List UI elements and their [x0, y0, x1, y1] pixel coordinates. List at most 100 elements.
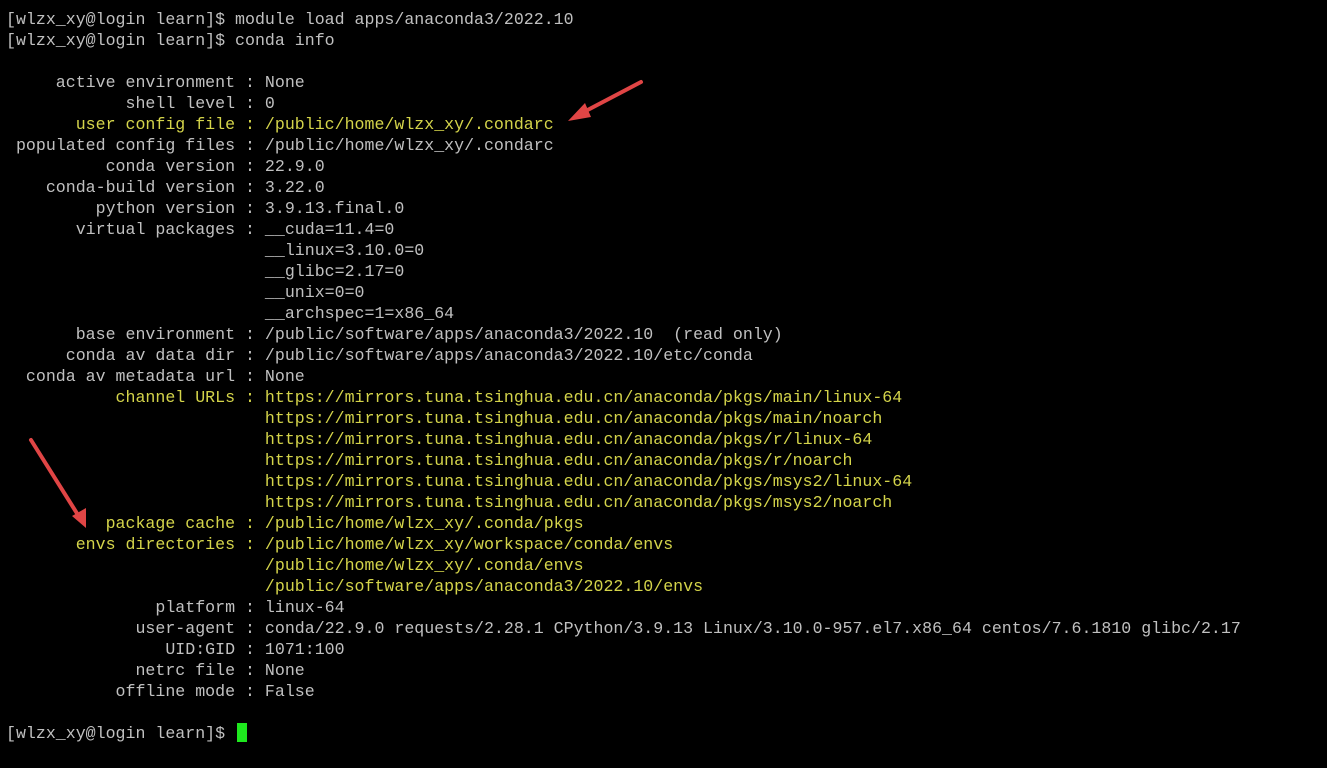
info-row: channel URLs : https://mirrors.tuna.tsin… — [6, 387, 1321, 408]
info-key: envs directories : — [6, 535, 265, 554]
info-value: 3.9.13.final.0 — [264, 199, 405, 218]
info-row: active environment : None — [6, 72, 1321, 93]
info-key — [6, 241, 265, 260]
info-key — [6, 283, 265, 302]
info-key: conda version : — [6, 157, 265, 176]
info-key: offline mode : — [6, 682, 265, 701]
info-value: https://mirrors.tuna.tsinghua.edu.cn/ana… — [264, 409, 883, 428]
info-row: platform : linux-64 — [6, 597, 1321, 618]
info-value: __archspec=1=x86_64 — [264, 304, 455, 323]
info-row: conda av data dir : /public/software/app… — [6, 345, 1321, 366]
info-value: https://mirrors.tuna.tsinghua.edu.cn/ana… — [264, 472, 913, 491]
command-text: module load apps/anaconda3/2022.10 — [235, 10, 574, 29]
info-key: channel URLs : — [6, 388, 265, 407]
info-key: python version : — [6, 199, 265, 218]
info-row: netrc file : None — [6, 660, 1321, 681]
info-key — [6, 262, 265, 281]
info-row: https://mirrors.tuna.tsinghua.edu.cn/ana… — [6, 429, 1321, 450]
info-value: /public/software/apps/anaconda3/2022.10 … — [264, 325, 783, 344]
info-key — [6, 493, 265, 512]
info-value: __cuda=11.4=0 — [264, 220, 395, 239]
info-value: /public/home/wlzx_xy/.conda/envs — [264, 556, 584, 575]
command-line-1: [wlzx_xy@login learn]$ module load apps/… — [6, 9, 1321, 30]
info-row: conda version : 22.9.0 — [6, 156, 1321, 177]
info-key — [6, 430, 265, 449]
info-value: /public/home/wlzx_xy/.condarc — [264, 136, 554, 155]
info-value: None — [264, 73, 305, 92]
info-row: https://mirrors.tuna.tsinghua.edu.cn/ana… — [6, 492, 1321, 513]
info-value: linux-64 — [264, 598, 345, 617]
info-row: envs directories : /public/home/wlzx_xy/… — [6, 534, 1321, 555]
info-row: user config file : /public/home/wlzx_xy/… — [6, 114, 1321, 135]
info-row: base environment : /public/software/apps… — [6, 324, 1321, 345]
info-value: __glibc=2.17=0 — [264, 262, 405, 281]
info-key: conda av metadata url : — [6, 367, 265, 386]
command-text: conda info — [235, 31, 335, 50]
info-row: user-agent : conda/22.9.0 requests/2.28.… — [6, 618, 1321, 639]
info-value: __unix=0=0 — [264, 283, 365, 302]
info-key: active environment : — [6, 73, 265, 92]
info-value: 0 — [264, 94, 275, 113]
info-value: 22.9.0 — [264, 157, 325, 176]
info-value: https://mirrors.tuna.tsinghua.edu.cn/ana… — [264, 493, 893, 512]
info-key: UID:GID : — [6, 640, 265, 659]
info-value: /public/software/apps/anaconda3/2022.10/… — [264, 346, 753, 365]
info-key — [6, 409, 265, 428]
info-key: virtual packages : — [6, 220, 265, 239]
info-value: 3.22.0 — [264, 178, 325, 197]
info-key — [6, 451, 265, 470]
info-row: https://mirrors.tuna.tsinghua.edu.cn/ana… — [6, 408, 1321, 429]
info-row: conda av metadata url : None — [6, 366, 1321, 387]
info-row: shell level : 0 — [6, 93, 1321, 114]
info-value: 1071:100 — [264, 640, 345, 659]
info-key: platform : — [6, 598, 265, 617]
info-row: https://mirrors.tuna.tsinghua.edu.cn/ana… — [6, 450, 1321, 471]
active-prompt-line[interactable]: [wlzx_xy@login learn]$ — [6, 723, 1321, 744]
info-key: shell level : — [6, 94, 265, 113]
shell-prompt: [wlzx_xy@login learn]$ — [6, 31, 236, 50]
info-value: conda/22.9.0 requests/2.28.1 CPython/3.9… — [264, 619, 1241, 638]
info-row: populated config files : /public/home/wl… — [6, 135, 1321, 156]
info-row: __linux=3.10.0=0 — [6, 240, 1321, 261]
info-value: /public/software/apps/anaconda3/2022.10/… — [264, 577, 704, 596]
info-key — [6, 304, 265, 323]
info-row: /public/software/apps/anaconda3/2022.10/… — [6, 576, 1321, 597]
info-row: python version : 3.9.13.final.0 — [6, 198, 1321, 219]
terminal-window[interactable]: [wlzx_xy@login learn]$ module load apps/… — [6, 9, 1321, 744]
info-row: conda-build version : 3.22.0 — [6, 177, 1321, 198]
info-key — [6, 472, 265, 491]
info-key: populated config files : — [6, 136, 265, 155]
info-row: /public/home/wlzx_xy/.conda/envs — [6, 555, 1321, 576]
info-row: UID:GID : 1071:100 — [6, 639, 1321, 660]
info-row: https://mirrors.tuna.tsinghua.edu.cn/ana… — [6, 471, 1321, 492]
info-key: package cache : — [6, 514, 265, 533]
shell-prompt: [wlzx_xy@login learn]$ — [6, 10, 236, 29]
info-value: False — [264, 682, 315, 701]
info-value: https://mirrors.tuna.tsinghua.edu.cn/ana… — [264, 451, 853, 470]
info-value: /public/home/wlzx_xy/workspace/conda/env… — [264, 535, 674, 554]
info-key: netrc file : — [6, 661, 265, 680]
info-row: virtual packages : __cuda=11.4=0 — [6, 219, 1321, 240]
info-row: offline mode : False — [6, 681, 1321, 702]
info-row: __unix=0=0 — [6, 282, 1321, 303]
info-row: package cache : /public/home/wlzx_xy/.co… — [6, 513, 1321, 534]
info-value: /public/home/wlzx_xy/.conda/pkgs — [264, 514, 584, 533]
info-key: base environment : — [6, 325, 265, 344]
conda-info-output: active environment : None shell level : … — [6, 72, 1321, 702]
info-row: __glibc=2.17=0 — [6, 261, 1321, 282]
info-row: __archspec=1=x86_64 — [6, 303, 1321, 324]
info-key: user config file : — [6, 115, 265, 134]
info-key — [6, 556, 265, 575]
info-key — [6, 577, 265, 596]
info-value: https://mirrors.tuna.tsinghua.edu.cn/ana… — [264, 430, 873, 449]
info-value: /public/home/wlzx_xy/.condarc — [264, 115, 554, 134]
info-value: https://mirrors.tuna.tsinghua.edu.cn/ana… — [264, 388, 903, 407]
info-key: conda av data dir : — [6, 346, 265, 365]
info-value: None — [264, 661, 305, 680]
shell-prompt: [wlzx_xy@login learn]$ — [6, 724, 236, 743]
command-line-2: [wlzx_xy@login learn]$ conda info — [6, 30, 1321, 51]
info-key: user-agent : — [6, 619, 265, 638]
info-value: __linux=3.10.0=0 — [264, 241, 425, 260]
